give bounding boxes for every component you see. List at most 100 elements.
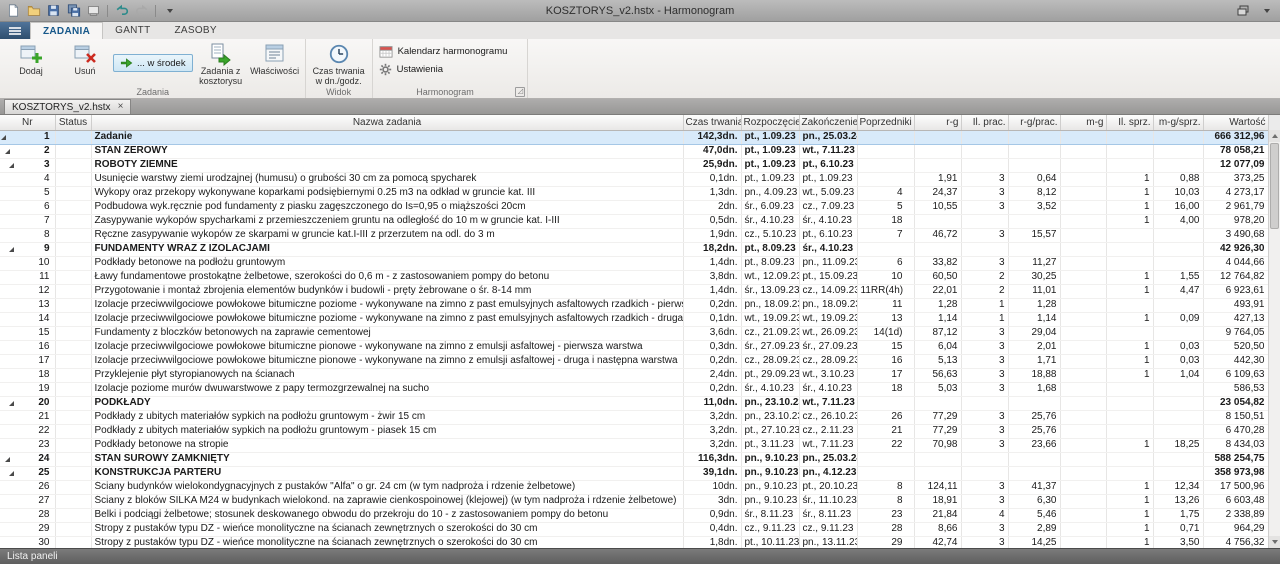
cell-wartosc[interactable]: 9 764,05 [1203, 326, 1268, 340]
task-row-25[interactable]: 25KONSTRUKCJA PARTERU39,1dn.pn., 9.10.23… [0, 466, 1268, 480]
cell-start[interactable]: wt., 19.09.23 [741, 312, 799, 326]
cell-rg[interactable] [914, 130, 961, 144]
cell-rg_prac[interactable]: 2,01 [1008, 340, 1060, 354]
cell-il_prac[interactable] [961, 144, 1008, 158]
ribbon-options-button[interactable] [1259, 4, 1275, 18]
cell-mg[interactable] [1060, 354, 1106, 368]
cell-il_sprz[interactable] [1106, 144, 1153, 158]
cell-nr[interactable]: 15 [0, 326, 55, 340]
czas-trwania-button[interactable]: Czas trwania w dn./godz. [310, 40, 368, 86]
cell-nr[interactable]: 21 [0, 410, 55, 424]
column-header-nr[interactable]: Nr [0, 115, 55, 130]
cell-mg_sprz[interactable]: 16,00 [1153, 200, 1203, 214]
task-row-4[interactable]: 4Usunięcie warstwy ziemi urodzajnej (hum… [0, 172, 1268, 186]
cell-nr[interactable]: 17 [0, 354, 55, 368]
cell-poprz[interactable] [857, 158, 914, 172]
cell-mg_sprz[interactable]: 0,03 [1153, 354, 1203, 368]
cell-wartosc[interactable]: 4 756,32 [1203, 536, 1268, 548]
cell-czas[interactable]: 25,9dn. [683, 158, 741, 172]
cell-czas[interactable]: 39,1dn. [683, 466, 741, 480]
cell-end[interactable]: pn., 25.03.24 [799, 452, 857, 466]
task-row-27[interactable]: 27Ściany z bloków SILKA M24 w budynkach … [0, 494, 1268, 508]
cell-poprz[interactable] [857, 396, 914, 410]
cell-nr[interactable]: 6 [0, 200, 55, 214]
cell-il_sprz[interactable]: 1 [1106, 186, 1153, 200]
undo-button[interactable] [113, 2, 130, 19]
tab-gantt[interactable]: GANTT [103, 22, 162, 39]
cell-il_sprz[interactable] [1106, 410, 1153, 424]
cell-wartosc[interactable]: 42 926,30 [1203, 242, 1268, 256]
cell-name[interactable]: Podkłady betonowe na stropie [91, 438, 683, 452]
wlasciwosci-button[interactable]: Właściwości [249, 40, 301, 86]
cell-nr[interactable]: 9 [0, 242, 55, 256]
cell-il_sprz[interactable]: 1 [1106, 480, 1153, 494]
cell-end[interactable]: pn., 11.09.23 [799, 256, 857, 270]
cell-end[interactable]: pn., 18.09.23 [799, 298, 857, 312]
cell-nr[interactable]: 14 [0, 312, 55, 326]
cell-mg[interactable] [1060, 424, 1106, 438]
cell-mg[interactable] [1060, 214, 1106, 228]
cell-status[interactable] [55, 424, 91, 438]
cell-name[interactable]: Przyklejenie płyt styropianowych na ścia… [91, 368, 683, 382]
cell-poprz[interactable]: 5 [857, 200, 914, 214]
cell-rg_prac[interactable] [1008, 214, 1060, 228]
cell-mg[interactable] [1060, 466, 1106, 480]
cell-mg[interactable] [1060, 256, 1106, 270]
task-row-21[interactable]: 21Podkłady z ubitych materiałów sypkich … [0, 410, 1268, 424]
cell-poprz[interactable]: 29 [857, 536, 914, 548]
cell-mg[interactable] [1060, 382, 1106, 396]
cell-rg_prac[interactable] [1008, 158, 1060, 172]
cell-name[interactable]: Podbudowa wyk.ręcznie pod fundamenty z p… [91, 200, 683, 214]
cell-czas[interactable]: 10dn. [683, 480, 741, 494]
cell-il_sprz[interactable]: 1 [1106, 270, 1153, 284]
cell-rg[interactable]: 8,66 [914, 522, 961, 536]
cell-status[interactable] [55, 410, 91, 424]
cell-poprz[interactable]: 16 [857, 354, 914, 368]
cell-rg[interactable] [914, 452, 961, 466]
cell-nr[interactable]: 3 [0, 158, 55, 172]
cell-status[interactable] [55, 298, 91, 312]
cell-czas[interactable]: 3,2dn. [683, 438, 741, 452]
cell-end[interactable]: cz., 9.11.23 [799, 522, 857, 536]
cell-czas[interactable]: 3,2dn. [683, 410, 741, 424]
cell-czas[interactable]: 0,5dn. [683, 214, 741, 228]
cell-name[interactable]: Przygotowanie i montaż zbrojenia element… [91, 284, 683, 298]
cell-wartosc[interactable]: 427,13 [1203, 312, 1268, 326]
task-row-7[interactable]: 7Zasypywanie wykopów spycharkami z przem… [0, 214, 1268, 228]
cell-poprz[interactable] [857, 452, 914, 466]
cell-name[interactable]: Stropy z pustaków typu DZ - wieńce monol… [91, 536, 683, 548]
cell-nr[interactable]: 13 [0, 298, 55, 312]
task-row-26[interactable]: 26Ściany budynków wielokondygnacyjnych z… [0, 480, 1268, 494]
cell-status[interactable] [55, 172, 91, 186]
cell-rg[interactable]: 21,84 [914, 508, 961, 522]
cell-il_sprz[interactable]: 1 [1106, 368, 1153, 382]
cell-rg_prac[interactable]: 1,68 [1008, 382, 1060, 396]
cell-rg_prac[interactable] [1008, 466, 1060, 480]
cell-il_prac[interactable]: 3 [961, 382, 1008, 396]
cell-end[interactable]: śr., 11.10.23 [799, 494, 857, 508]
column-header-czas[interactable]: Czas trwania [683, 115, 741, 130]
cell-il_prac[interactable]: 3 [961, 536, 1008, 548]
cell-rg_prac[interactable]: 6,30 [1008, 494, 1060, 508]
cell-status[interactable] [55, 312, 91, 326]
save-all-button[interactable] [65, 2, 82, 19]
cell-end[interactable]: pt., 6.10.23 [799, 158, 857, 172]
cell-wartosc[interactable]: 588 254,75 [1203, 452, 1268, 466]
cell-mg_sprz[interactable]: 0,09 [1153, 312, 1203, 326]
cell-nr[interactable]: 28 [0, 508, 55, 522]
cell-rg_prac[interactable]: 5,46 [1008, 508, 1060, 522]
cell-status[interactable] [55, 270, 91, 284]
task-row-22[interactable]: 22Podkłady z ubitych materiałów sypkich … [0, 424, 1268, 438]
cell-name[interactable]: Izolacje przeciwwilgociowe powłokowe bit… [91, 298, 683, 312]
cell-mg_sprz[interactable]: 4,47 [1153, 284, 1203, 298]
scrollbar-thumb[interactable] [1270, 143, 1279, 229]
cell-il_sprz[interactable] [1106, 396, 1153, 410]
cell-end[interactable]: wt., 26.09.23 [799, 326, 857, 340]
cell-rg_prac[interactable]: 14,25 [1008, 536, 1060, 548]
cell-status[interactable] [55, 340, 91, 354]
cell-mg[interactable] [1060, 522, 1106, 536]
cell-start[interactable]: pn., 9.10.23 [741, 452, 799, 466]
cell-rg_prac[interactable]: 2,89 [1008, 522, 1060, 536]
cell-nr[interactable]: 29 [0, 522, 55, 536]
cell-mg[interactable] [1060, 144, 1106, 158]
